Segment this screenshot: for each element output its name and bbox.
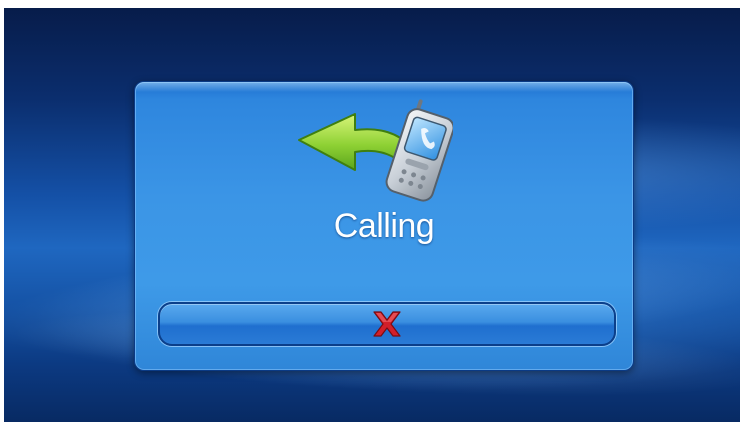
hangup-button[interactable]	[158, 302, 616, 346]
call-screen: Calling	[4, 8, 740, 422]
cancel-x-icon	[373, 311, 401, 337]
phone-calling-icon	[298, 99, 453, 202]
calling-dialog: Calling	[134, 81, 634, 371]
dialog-gloss	[135, 82, 633, 92]
call-status-text: Calling	[333, 207, 435, 245]
